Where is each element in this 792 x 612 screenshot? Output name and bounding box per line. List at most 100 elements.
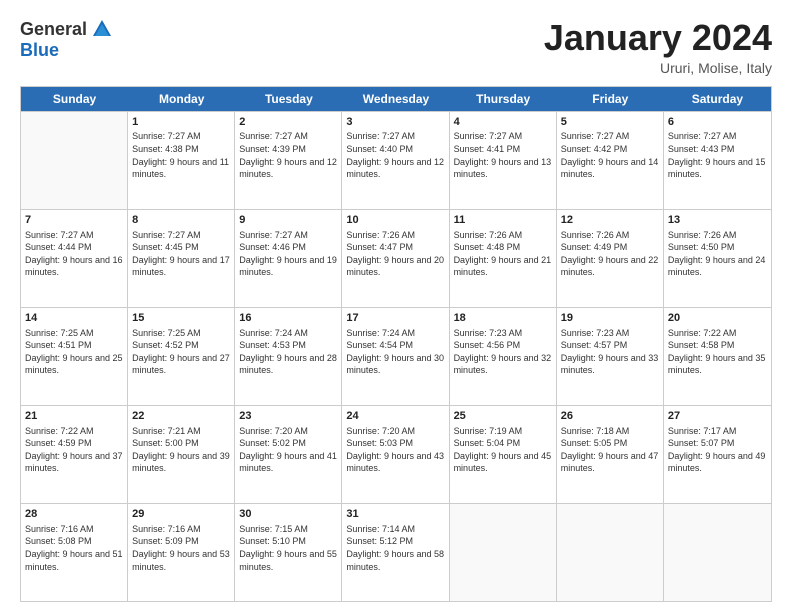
day-info: Sunrise: 7:27 AM Sunset: 4:42 PM Dayligh… [561,130,659,180]
calendar-week-3: 14Sunrise: 7:25 AM Sunset: 4:51 PM Dayli… [21,307,771,405]
calendar-cell: 8Sunrise: 7:27 AM Sunset: 4:45 PM Daylig… [128,210,235,307]
calendar-cell: 15Sunrise: 7:25 AM Sunset: 4:52 PM Dayli… [128,308,235,405]
calendar-header-sunday: Sunday [21,87,128,111]
calendar-week-2: 7Sunrise: 7:27 AM Sunset: 4:44 PM Daylig… [21,209,771,307]
day-info: Sunrise: 7:27 AM Sunset: 4:43 PM Dayligh… [668,130,767,180]
day-info: Sunrise: 7:22 AM Sunset: 4:59 PM Dayligh… [25,425,123,475]
day-number: 23 [239,409,337,424]
calendar-cell: 12Sunrise: 7:26 AM Sunset: 4:49 PM Dayli… [557,210,664,307]
day-info: Sunrise: 7:27 AM Sunset: 4:40 PM Dayligh… [346,130,444,180]
day-number: 20 [668,311,767,326]
calendar-cell: 6Sunrise: 7:27 AM Sunset: 4:43 PM Daylig… [664,112,771,209]
day-number: 4 [454,115,552,130]
day-info: Sunrise: 7:18 AM Sunset: 5:05 PM Dayligh… [561,425,659,475]
day-number: 31 [346,507,444,522]
day-info: Sunrise: 7:27 AM Sunset: 4:38 PM Dayligh… [132,130,230,180]
day-info: Sunrise: 7:20 AM Sunset: 5:03 PM Dayligh… [346,425,444,475]
calendar-header-wednesday: Wednesday [342,87,449,111]
calendar-cell: 7Sunrise: 7:27 AM Sunset: 4:44 PM Daylig… [21,210,128,307]
calendar-week-5: 28Sunrise: 7:16 AM Sunset: 5:08 PM Dayli… [21,503,771,601]
calendar-cell: 11Sunrise: 7:26 AM Sunset: 4:48 PM Dayli… [450,210,557,307]
calendar-cell: 25Sunrise: 7:19 AM Sunset: 5:04 PM Dayli… [450,406,557,503]
day-number: 12 [561,213,659,228]
calendar-cell: 19Sunrise: 7:23 AM Sunset: 4:57 PM Dayli… [557,308,664,405]
day-number: 26 [561,409,659,424]
day-number: 7 [25,213,123,228]
day-info: Sunrise: 7:22 AM Sunset: 4:58 PM Dayligh… [668,327,767,377]
calendar-cell: 31Sunrise: 7:14 AM Sunset: 5:12 PM Dayli… [342,504,449,601]
calendar-cell: 10Sunrise: 7:26 AM Sunset: 4:47 PM Dayli… [342,210,449,307]
calendar-header-thursday: Thursday [450,87,557,111]
day-number: 1 [132,115,230,130]
calendar-cell: 17Sunrise: 7:24 AM Sunset: 4:54 PM Dayli… [342,308,449,405]
day-info: Sunrise: 7:24 AM Sunset: 4:53 PM Dayligh… [239,327,337,377]
calendar-header-friday: Friday [557,87,664,111]
day-info: Sunrise: 7:26 AM Sunset: 4:47 PM Dayligh… [346,229,444,279]
calendar-cell: 14Sunrise: 7:25 AM Sunset: 4:51 PM Dayli… [21,308,128,405]
calendar-cell: 13Sunrise: 7:26 AM Sunset: 4:50 PM Dayli… [664,210,771,307]
calendar-week-1: 1Sunrise: 7:27 AM Sunset: 4:38 PM Daylig… [21,111,771,209]
calendar-cell: 16Sunrise: 7:24 AM Sunset: 4:53 PM Dayli… [235,308,342,405]
day-number: 25 [454,409,552,424]
day-info: Sunrise: 7:15 AM Sunset: 5:10 PM Dayligh… [239,523,337,573]
calendar-cell: 21Sunrise: 7:22 AM Sunset: 4:59 PM Dayli… [21,406,128,503]
calendar-cell: 1Sunrise: 7:27 AM Sunset: 4:38 PM Daylig… [128,112,235,209]
calendar-cell [21,112,128,209]
day-number: 5 [561,115,659,130]
logo: General Blue [20,18,113,61]
day-info: Sunrise: 7:19 AM Sunset: 5:04 PM Dayligh… [454,425,552,475]
calendar-cell: 22Sunrise: 7:21 AM Sunset: 5:00 PM Dayli… [128,406,235,503]
day-number: 13 [668,213,767,228]
day-number: 17 [346,311,444,326]
calendar-week-4: 21Sunrise: 7:22 AM Sunset: 4:59 PM Dayli… [21,405,771,503]
calendar-cell: 3Sunrise: 7:27 AM Sunset: 4:40 PM Daylig… [342,112,449,209]
day-info: Sunrise: 7:21 AM Sunset: 5:00 PM Dayligh… [132,425,230,475]
logo-icon [91,18,113,40]
day-info: Sunrise: 7:27 AM Sunset: 4:46 PM Dayligh… [239,229,337,279]
header: General Blue January 2024 Ururi, Molise,… [20,18,772,76]
calendar-body: 1Sunrise: 7:27 AM Sunset: 4:38 PM Daylig… [21,111,771,601]
location: Ururi, Molise, Italy [544,60,772,76]
day-info: Sunrise: 7:16 AM Sunset: 5:08 PM Dayligh… [25,523,123,573]
logo-blue: Blue [20,40,59,60]
day-number: 30 [239,507,337,522]
day-number: 14 [25,311,123,326]
day-number: 2 [239,115,337,130]
calendar-cell: 9Sunrise: 7:27 AM Sunset: 4:46 PM Daylig… [235,210,342,307]
day-info: Sunrise: 7:23 AM Sunset: 4:57 PM Dayligh… [561,327,659,377]
day-number: 8 [132,213,230,228]
day-number: 15 [132,311,230,326]
calendar-cell: 29Sunrise: 7:16 AM Sunset: 5:09 PM Dayli… [128,504,235,601]
day-number: 28 [25,507,123,522]
day-info: Sunrise: 7:26 AM Sunset: 4:50 PM Dayligh… [668,229,767,279]
day-info: Sunrise: 7:27 AM Sunset: 4:45 PM Dayligh… [132,229,230,279]
calendar-cell: 18Sunrise: 7:23 AM Sunset: 4:56 PM Dayli… [450,308,557,405]
calendar-header-monday: Monday [128,87,235,111]
day-number: 16 [239,311,337,326]
calendar-cell [450,504,557,601]
calendar: SundayMondayTuesdayWednesdayThursdayFrid… [20,86,772,602]
day-number: 29 [132,507,230,522]
day-number: 9 [239,213,337,228]
calendar-cell: 2Sunrise: 7:27 AM Sunset: 4:39 PM Daylig… [235,112,342,209]
day-info: Sunrise: 7:25 AM Sunset: 4:51 PM Dayligh… [25,327,123,377]
day-number: 21 [25,409,123,424]
page: General Blue January 2024 Ururi, Molise,… [0,0,792,612]
day-info: Sunrise: 7:24 AM Sunset: 4:54 PM Dayligh… [346,327,444,377]
day-number: 19 [561,311,659,326]
calendar-header: SundayMondayTuesdayWednesdayThursdayFrid… [21,87,771,111]
calendar-header-saturday: Saturday [664,87,771,111]
day-number: 10 [346,213,444,228]
calendar-cell [664,504,771,601]
calendar-cell: 4Sunrise: 7:27 AM Sunset: 4:41 PM Daylig… [450,112,557,209]
day-info: Sunrise: 7:26 AM Sunset: 4:49 PM Dayligh… [561,229,659,279]
calendar-cell: 26Sunrise: 7:18 AM Sunset: 5:05 PM Dayli… [557,406,664,503]
title-section: January 2024 Ururi, Molise, Italy [544,18,772,76]
calendar-cell: 28Sunrise: 7:16 AM Sunset: 5:08 PM Dayli… [21,504,128,601]
day-info: Sunrise: 7:27 AM Sunset: 4:39 PM Dayligh… [239,130,337,180]
month-title: January 2024 [544,18,772,58]
day-number: 11 [454,213,552,228]
day-number: 6 [668,115,767,130]
day-number: 22 [132,409,230,424]
calendar-cell: 24Sunrise: 7:20 AM Sunset: 5:03 PM Dayli… [342,406,449,503]
